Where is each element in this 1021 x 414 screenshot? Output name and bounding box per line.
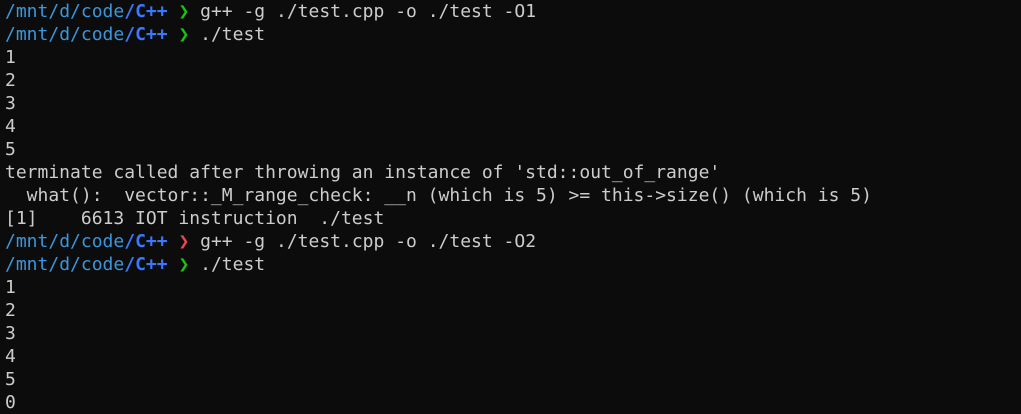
prompt-path-current: /C++	[124, 24, 168, 45]
prompt-path-segment: /code	[70, 24, 125, 45]
output-text: 3	[5, 323, 16, 344]
command-text: g++ -g ./test.cpp -o ./test -O1	[200, 1, 537, 22]
output-text: 4	[5, 116, 16, 137]
output-line: 4	[5, 345, 1021, 368]
prompt-path-segment: /d	[48, 24, 71, 45]
prompt-chevron-icon: ❯	[178, 24, 190, 45]
prompt-path-segment: /mnt	[5, 1, 49, 22]
output-text: 5	[5, 139, 16, 160]
output-text: 2	[5, 70, 16, 91]
prompt-path-segment: /code	[70, 254, 125, 275]
terminal-window[interactable]: /mnt/d/code/C++ ❯ g++ -g ./test.cpp -o .…	[0, 0, 1021, 414]
prompt-line: /mnt/d/code/C++ ❯ g++ -g ./test.cpp -o .…	[5, 230, 1021, 253]
output-text: [1] 6613 IOT instruction ./test	[5, 208, 385, 229]
prompt-path-segment: /d	[48, 231, 71, 252]
output-text: what(): vector::_M_range_check: __n (whi…	[5, 185, 872, 206]
prompt-line: /mnt/d/code/C++ ❯ ./test	[5, 253, 1021, 276]
output-line: what(): vector::_M_range_check: __n (whi…	[5, 184, 1021, 207]
output-text: 1	[5, 277, 16, 298]
output-text: 0	[5, 392, 16, 413]
prompt-path-segment: /d	[48, 254, 71, 275]
output-line: 2	[5, 299, 1021, 322]
prompt-path-current: /C++	[124, 1, 168, 22]
prompt-chevron-error-icon: ❯	[178, 231, 190, 252]
terminal-output: /mnt/d/code/C++ ❯ g++ -g ./test.cpp -o .…	[5, 0, 1021, 414]
output-line: [1] 6613 IOT instruction ./test	[5, 207, 1021, 230]
output-text: 3	[5, 93, 16, 114]
command-text: g++ -g ./test.cpp -o ./test -O2	[200, 231, 537, 252]
output-text: terminate called after throwing an insta…	[5, 162, 721, 183]
prompt-path-current: /C++	[124, 254, 168, 275]
prompt-path-segment: /code	[70, 1, 125, 22]
output-line: 5	[5, 138, 1021, 161]
output-line: 4	[5, 115, 1021, 138]
output-line: 1	[5, 46, 1021, 69]
output-line: 5	[5, 368, 1021, 391]
command-text: ./test	[200, 24, 266, 45]
command-text: ./test	[200, 254, 266, 275]
output-line: terminate called after throwing an insta…	[5, 161, 1021, 184]
output-line: 0	[5, 391, 1021, 414]
output-line: 1	[5, 276, 1021, 299]
prompt-line: /mnt/d/code/C++ ❯ g++ -g ./test.cpp -o .…	[5, 0, 1021, 23]
prompt-line: /mnt/d/code/C++ ❯ ./test	[5, 23, 1021, 46]
prompt-path-segment: /mnt	[5, 254, 49, 275]
output-line: 2	[5, 69, 1021, 92]
output-line: 3	[5, 92, 1021, 115]
output-line: 3	[5, 322, 1021, 345]
output-text: 2	[5, 300, 16, 321]
prompt-path-segment: /d	[48, 1, 71, 22]
output-text: 1	[5, 47, 16, 68]
prompt-path-segment: /mnt	[5, 231, 49, 252]
prompt-path-current: /C++	[124, 231, 168, 252]
prompt-path-segment: /code	[70, 231, 125, 252]
output-text: 4	[5, 346, 16, 367]
prompt-path-segment: /mnt	[5, 24, 49, 45]
output-text: 5	[5, 369, 16, 390]
prompt-chevron-icon: ❯	[178, 254, 190, 275]
prompt-chevron-icon: ❯	[178, 1, 190, 22]
